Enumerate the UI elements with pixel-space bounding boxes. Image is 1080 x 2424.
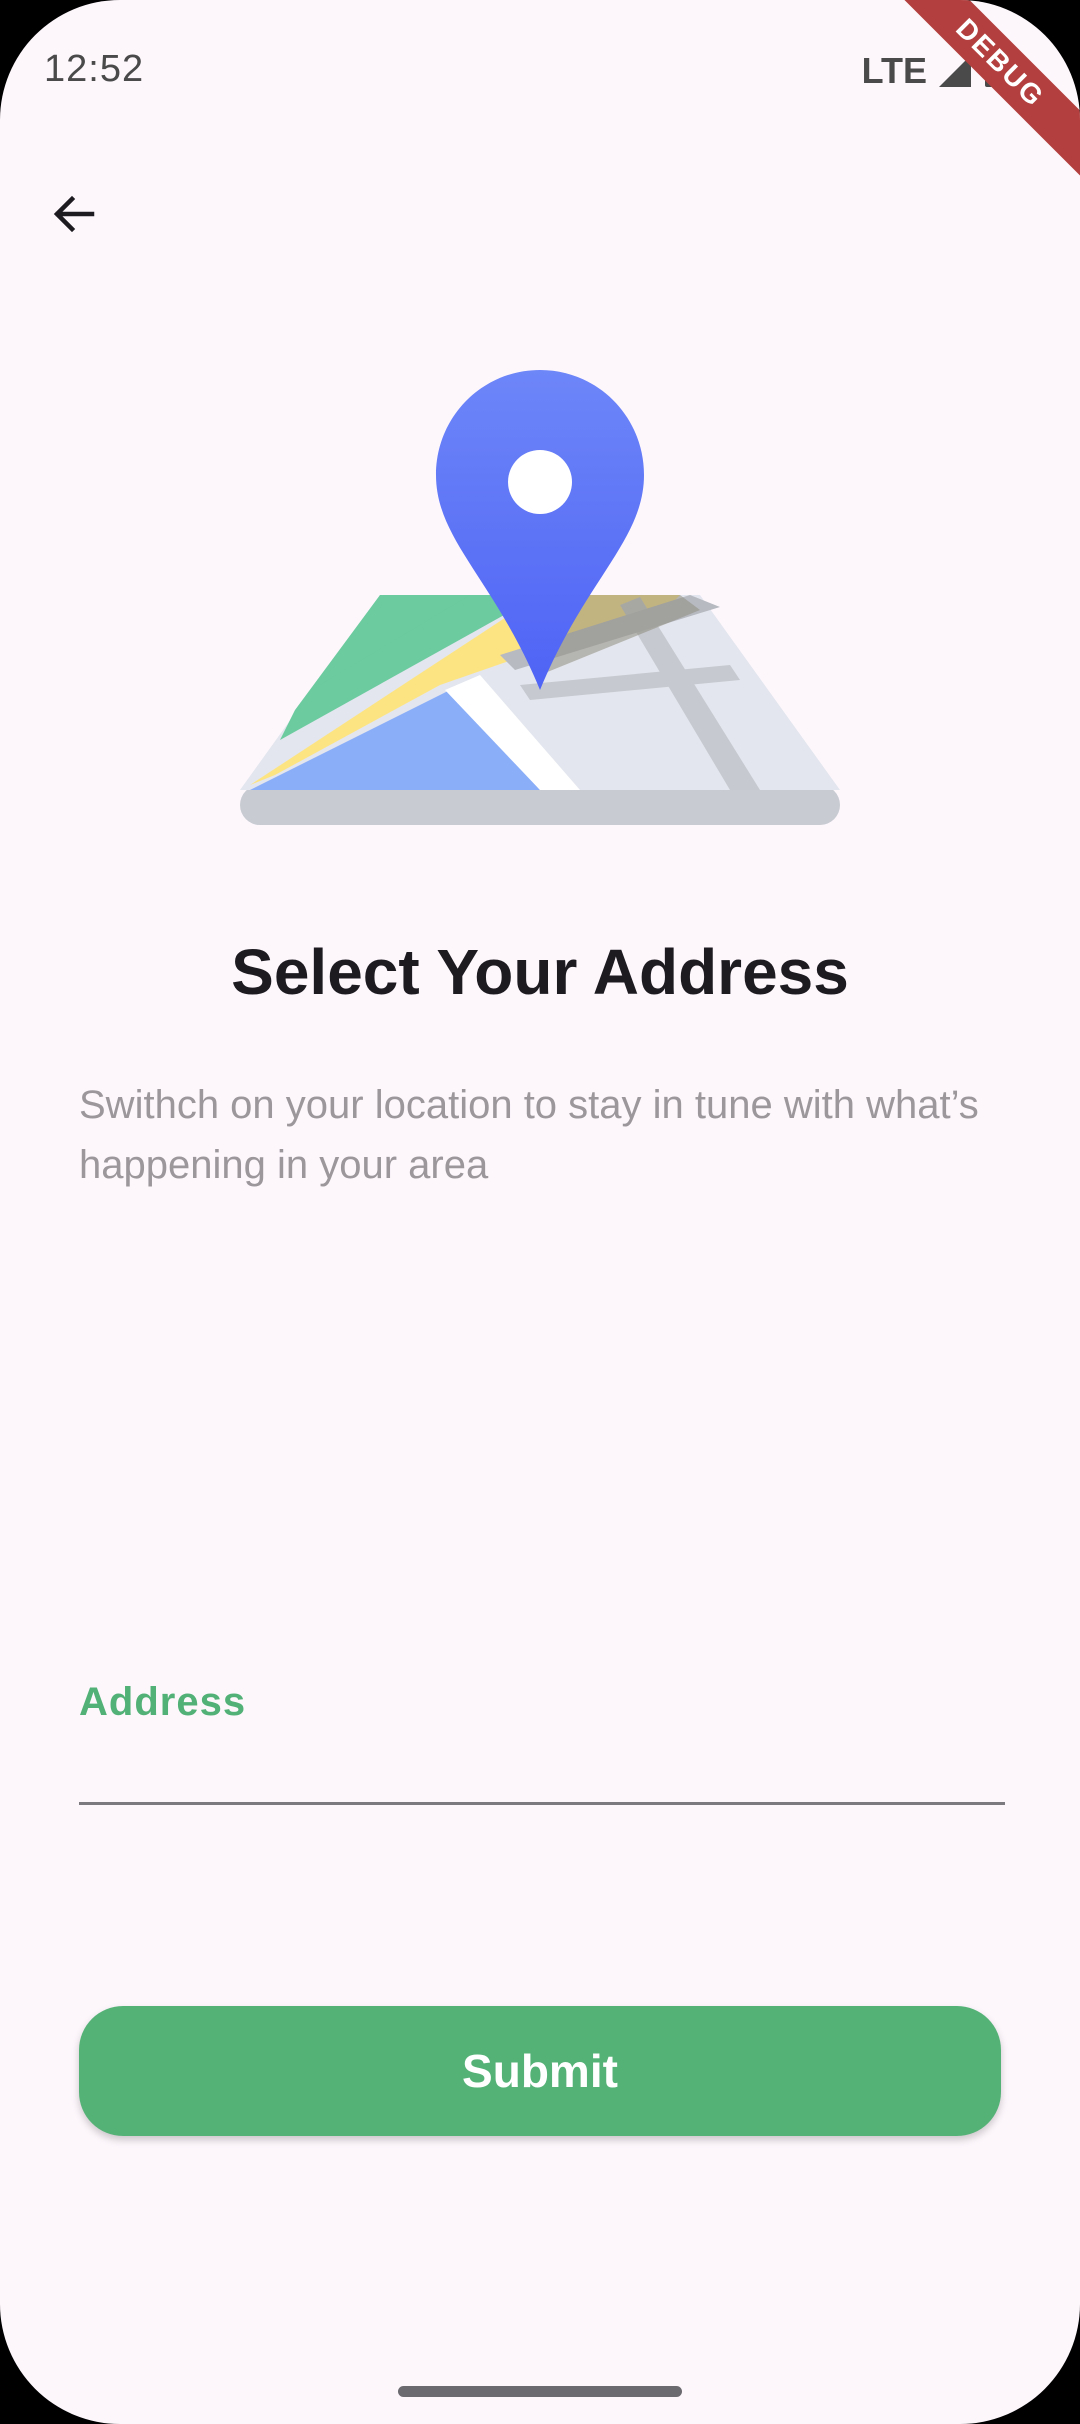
- description-text: Swithch on your location to stay in tune…: [79, 1083, 979, 1187]
- status-bar: 12:52 LTE: [0, 0, 1080, 140]
- page-title: Select Your Address: [231, 936, 849, 1008]
- back-button[interactable]: [40, 180, 108, 248]
- network-type: LTE: [861, 50, 927, 91]
- address-label: Address: [79, 1680, 247, 1724]
- map-pin-illustration: [240, 370, 840, 825]
- address-input[interactable]: [79, 1740, 1005, 1805]
- arrow-left-icon: [53, 195, 95, 233]
- status-time: 12:52: [44, 48, 145, 90]
- app-screen: 12:52 LTE DEBUG Select Your Address Swit…: [0, 0, 1080, 2424]
- submit-button[interactable]: Submit: [79, 2006, 1001, 2136]
- home-indicator[interactable]: [398, 2386, 682, 2397]
